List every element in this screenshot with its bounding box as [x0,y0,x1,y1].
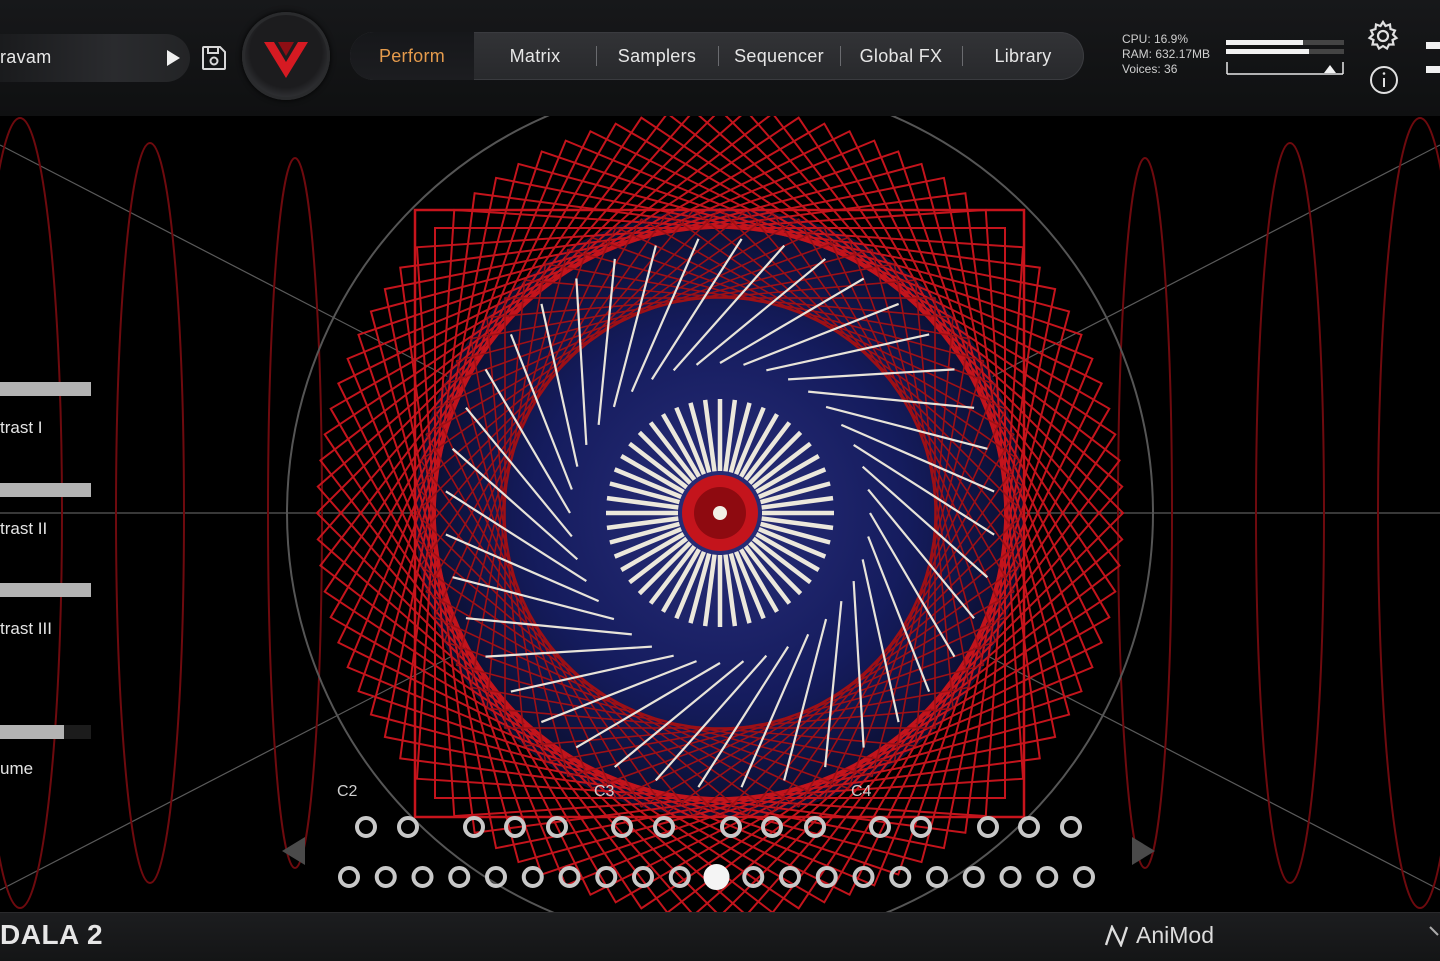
meter-bracket-icon [1226,62,1344,75]
contrast-1-label: trast I [0,418,43,437]
footer-bar: DALA 2 AniMod [0,912,1440,961]
app-logo [242,12,330,100]
slider-fill [0,382,91,396]
slider-fill [0,483,91,497]
menu-icon [1426,42,1440,73]
contrast-2-slider[interactable] [0,483,91,497]
menu-button[interactable] [1424,42,1440,76]
save-button[interactable] [198,42,230,74]
main-tabs: Perform Matrix Samplers Sequencer Global… [350,32,1084,80]
logo-mark-icon [264,42,308,78]
tab-sequencer[interactable]: Sequencer [718,32,840,80]
octave-label-c2: C2 [337,783,358,800]
active-key-dot[interactable] [703,864,730,890]
play-icon [167,50,180,66]
contrast-3-slider[interactable] [0,583,91,597]
maker-name: AniMod [1136,922,1214,948]
info-button[interactable] [1368,64,1400,96]
macro-sidebar: trast I trast II trast III ume [0,116,100,912]
contrast-2-label: trast II [0,519,48,538]
ram-readout: RAM: 632.17MB [1122,47,1211,61]
octave-label-c4: C4 [851,783,872,800]
contrast-1-slider[interactable] [0,382,91,396]
cpu-readout: CPU: 16.9% [1122,32,1189,46]
preset-selector[interactable]: ravam [0,34,190,82]
tab-library[interactable]: Library [962,32,1084,80]
info-icon [1370,66,1398,94]
tab-global-fx[interactable]: Global FX [840,32,962,80]
output-meter[interactable] [1226,40,1344,76]
save-icon [202,46,226,70]
product-brand: DALA 2 [0,919,104,950]
meter-fill-top [1226,40,1303,45]
voices-readout: Voices: 36 [1122,62,1178,76]
animod-logo-icon [1104,924,1129,947]
volume-slider[interactable] [0,725,91,739]
contrast-3-label: trast III [0,619,52,638]
tab-samplers[interactable]: Samplers [596,32,718,80]
mandala-visualizer[interactable] [0,116,1440,912]
top-bar: ravam Perform Matrix Samplers Sequencer … [0,0,1440,116]
center-dot [713,506,727,520]
performance-stats: CPU: 16.9% RAM: 632.17MB Voices: 36 [1122,32,1210,77]
preset-name: ravam [0,47,52,67]
meter-fill-bottom [1226,49,1309,54]
slider-fill [0,583,91,597]
meter-bar-bottom [1226,49,1344,54]
maker-logo: AniMod [1104,922,1214,949]
meter-bar-top [1226,40,1344,45]
slider-fill [0,725,64,739]
volume-label: ume [0,759,34,778]
octave-label-c3: C3 [594,783,615,800]
settings-button[interactable] [1366,19,1400,53]
play-button[interactable] [155,34,191,82]
tab-matrix[interactable]: Matrix [474,32,596,80]
gear-icon [1367,19,1399,51]
resize-handle-icon[interactable] [1428,923,1440,939]
tab-perform[interactable]: Perform [350,32,474,80]
